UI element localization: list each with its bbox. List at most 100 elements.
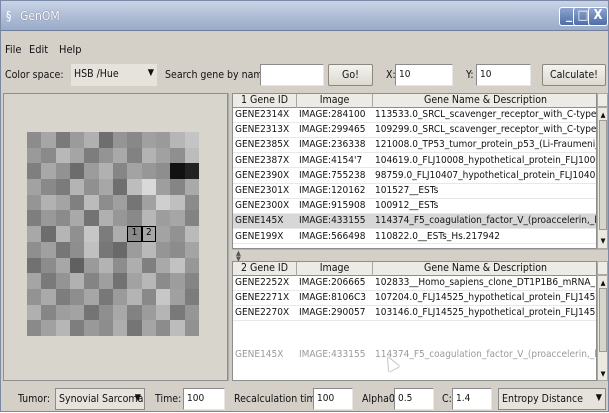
alpha0-input[interactable]: 0.5 bbox=[394, 388, 434, 410]
som-cell[interactable] bbox=[98, 163, 113, 180]
som-cell[interactable] bbox=[156, 273, 171, 289]
som-cell[interactable] bbox=[127, 147, 142, 164]
table-split-divider[interactable]: ▲ ▼ bbox=[232, 249, 608, 263]
som-cell[interactable] bbox=[55, 226, 70, 242]
som-cell[interactable] bbox=[156, 194, 171, 211]
scroll-down-icon[interactable]: ▼ bbox=[599, 369, 607, 379]
som-cell[interactable] bbox=[170, 163, 185, 180]
som-cell[interactable] bbox=[55, 132, 70, 148]
som-cell[interactable] bbox=[98, 288, 113, 305]
som-cell[interactable] bbox=[156, 132, 171, 148]
som-cell[interactable] bbox=[184, 304, 199, 321]
som-cell[interactable] bbox=[27, 210, 42, 227]
som-cell[interactable] bbox=[41, 273, 56, 289]
som-cell[interactable] bbox=[84, 147, 99, 164]
som-cell[interactable] bbox=[170, 257, 185, 274]
som-cell[interactable] bbox=[113, 163, 128, 180]
time-input[interactable]: 100 bbox=[183, 388, 225, 410]
som-cell[interactable] bbox=[127, 304, 142, 321]
som-cell[interactable] bbox=[27, 147, 42, 164]
som-cell[interactable] bbox=[141, 147, 156, 164]
som-cell[interactable] bbox=[113, 194, 128, 211]
som-cell[interactable] bbox=[113, 304, 128, 321]
title-bar[interactable]: § GenOM _ □ X bbox=[1, 1, 608, 31]
scroll-up-icon[interactable]: ▲ bbox=[599, 278, 607, 288]
som-cell[interactable] bbox=[55, 210, 70, 227]
som-cell[interactable] bbox=[113, 241, 128, 258]
som-cell[interactable] bbox=[98, 226, 113, 242]
scroll-thumb[interactable] bbox=[599, 120, 607, 230]
som-cell[interactable] bbox=[170, 273, 185, 289]
som-cell[interactable] bbox=[41, 257, 56, 274]
som-cell[interactable] bbox=[55, 288, 70, 305]
som-cell[interactable] bbox=[184, 241, 199, 258]
som-cell[interactable] bbox=[141, 241, 156, 258]
som-cell[interactable] bbox=[55, 304, 70, 321]
bottom-table-scrollbar[interactable]: ▲ ▼ bbox=[597, 275, 608, 381]
som-cell[interactable] bbox=[156, 210, 171, 227]
som-cell[interactable] bbox=[84, 163, 99, 180]
som-cell[interactable] bbox=[70, 257, 85, 274]
table-row[interactable]: GENE2271X IMAGE:8106C3 107204.0_FLJ14525_h… bbox=[233, 291, 596, 306]
som-cell[interactable] bbox=[141, 257, 156, 274]
som-cell[interactable] bbox=[170, 320, 185, 336]
som-cell[interactable] bbox=[184, 210, 199, 227]
recalc-time-input[interactable]: 100 bbox=[313, 388, 353, 410]
som-cell[interactable] bbox=[98, 257, 113, 274]
som-cell[interactable] bbox=[127, 179, 142, 195]
som-cell[interactable] bbox=[156, 179, 171, 195]
som-cell[interactable] bbox=[98, 194, 113, 211]
som-cell[interactable] bbox=[70, 179, 85, 195]
som-cell[interactable] bbox=[98, 273, 113, 289]
som-cell[interactable] bbox=[55, 320, 70, 336]
som-cell[interactable] bbox=[170, 194, 185, 211]
som-cell[interactable] bbox=[184, 320, 199, 336]
som-cell[interactable] bbox=[41, 194, 56, 211]
go-button[interactable]: Go! bbox=[328, 64, 373, 86]
som-cell[interactable] bbox=[98, 320, 113, 336]
som-cell[interactable] bbox=[84, 132, 99, 148]
col-image[interactable]: Image bbox=[297, 262, 373, 276]
som-cell[interactable] bbox=[156, 257, 171, 274]
som-cell[interactable] bbox=[184, 226, 199, 242]
som-cell[interactable] bbox=[113, 288, 128, 305]
som-cell[interactable] bbox=[113, 147, 128, 164]
som-cell[interactable] bbox=[55, 257, 70, 274]
som-cell[interactable] bbox=[170, 304, 185, 321]
som-cell[interactable] bbox=[141, 163, 156, 180]
som-cell[interactable] bbox=[184, 273, 199, 289]
som-cell[interactable] bbox=[184, 288, 199, 305]
som-cell[interactable] bbox=[170, 226, 185, 242]
calculate-button[interactable]: Calculate! bbox=[542, 64, 606, 86]
som-cell[interactable] bbox=[84, 241, 99, 258]
som-cell[interactable] bbox=[127, 288, 142, 305]
som-cell[interactable] bbox=[141, 194, 156, 211]
som-cell[interactable] bbox=[55, 147, 70, 164]
table-row[interactable]: GENE2385X IMAGE:236338 121008.0_TP53_tumor… bbox=[233, 138, 596, 154]
som-cell[interactable] bbox=[27, 288, 42, 305]
som-cell[interactable] bbox=[41, 304, 56, 321]
som-cell[interactable] bbox=[184, 179, 199, 195]
som-cell[interactable] bbox=[70, 273, 85, 289]
table-row[interactable]: GENE199X IMAGE:566498 110822.0__ESTs_Hs.21… bbox=[233, 230, 596, 245]
table-row[interactable]: GENE2390X IMAGE:755238 98759.0_FLJ10407_hy… bbox=[233, 169, 596, 184]
som-cell[interactable] bbox=[156, 241, 171, 258]
som-cell[interactable] bbox=[141, 304, 156, 321]
som-cell[interactable] bbox=[55, 241, 70, 258]
table-row[interactable]: GENE2252X IMAGE:206665 102833__Homo_sapien… bbox=[233, 276, 596, 291]
som-cell[interactable] bbox=[141, 320, 156, 336]
som-cell[interactable] bbox=[141, 288, 156, 305]
som-cell[interactable] bbox=[156, 163, 171, 180]
tumor-select[interactable]: Synovial Sarcoma ▼ bbox=[55, 388, 145, 410]
som-cell[interactable] bbox=[184, 147, 199, 164]
som-cell[interactable] bbox=[27, 257, 42, 274]
som-cell[interactable] bbox=[41, 226, 56, 242]
som-cell[interactable] bbox=[184, 163, 199, 180]
som-cell[interactable] bbox=[84, 304, 99, 321]
som-cell[interactable] bbox=[156, 147, 171, 164]
som-cell[interactable] bbox=[98, 210, 113, 227]
som-cell[interactable] bbox=[156, 304, 171, 321]
som-cell[interactable] bbox=[170, 132, 185, 148]
table-row[interactable]: GENE2314X IMAGE:284100 113533.0_SRCL_scave… bbox=[233, 108, 596, 123]
som-cell[interactable] bbox=[70, 163, 85, 180]
